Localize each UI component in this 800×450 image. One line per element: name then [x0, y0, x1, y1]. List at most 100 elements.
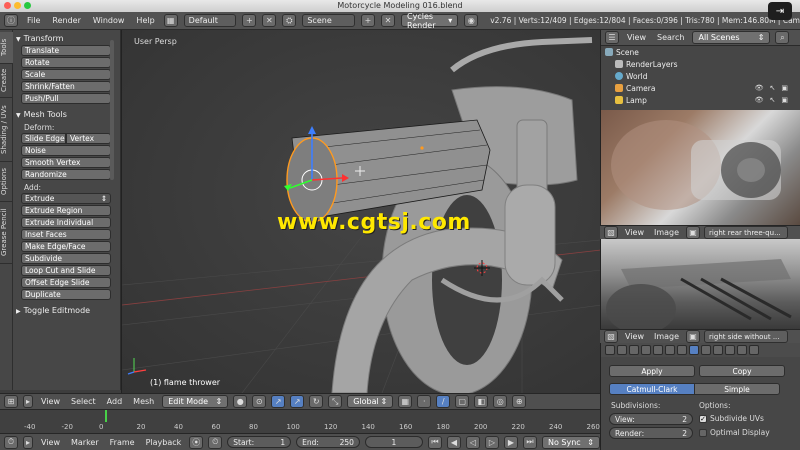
image-browse-icon[interactable]: ▣: [686, 330, 701, 343]
menu-render[interactable]: Render: [49, 16, 83, 25]
render-layers-tab-icon[interactable]: [629, 345, 639, 355]
scene-tab-icon[interactable]: [641, 345, 651, 355]
outliner-menu-view[interactable]: View: [624, 33, 649, 42]
menu-window[interactable]: Window: [90, 16, 128, 25]
next-keyframe-icon[interactable]: ▶: [503, 435, 518, 449]
timeline-frame-cursor[interactable]: [105, 410, 107, 422]
data-tab-icon[interactable]: [701, 345, 711, 355]
outliner-item-lamp[interactable]: Lamp 👁 ↖ ▣: [601, 94, 800, 106]
info-editor-icon[interactable]: ⓘ: [4, 14, 18, 27]
viewport-shading-icon[interactable]: ●: [233, 395, 248, 408]
end-frame-field[interactable]: End: 250: [296, 436, 360, 448]
sync-mode-select[interactable]: No Sync ⇕: [541, 435, 600, 449]
modifiers-tab-icon[interactable]: [689, 345, 699, 355]
proportional-edit-icon[interactable]: ◎: [493, 395, 508, 408]
scale-button[interactable]: Scale: [21, 69, 111, 80]
image-menu-image[interactable]: Image: [651, 228, 682, 237]
transform-orientation-select[interactable]: Global ⇕: [347, 395, 394, 408]
image-menu-view[interactable]: View: [622, 332, 647, 341]
outliner-item-camera[interactable]: Camera 👁 ↖ ▣: [601, 82, 800, 94]
window-controls[interactable]: [4, 2, 31, 9]
image-browse-icon[interactable]: ▣: [686, 226, 701, 239]
unchecked-box-icon[interactable]: [699, 429, 707, 437]
slide-vertex-button[interactable]: Vertex: [66, 133, 111, 144]
translate-manipulator-icon[interactable]: ↗: [290, 395, 305, 408]
translate-button[interactable]: Translate: [21, 45, 111, 56]
menu-view[interactable]: View: [38, 397, 63, 406]
remove-layout-button[interactable]: ✕: [262, 14, 277, 27]
record-icon[interactable]: ⦿: [189, 435, 204, 449]
collapse-menus-icon[interactable]: ▸: [23, 395, 33, 408]
outliner-item-scene[interactable]: Scene: [601, 46, 800, 58]
layers-icon[interactable]: ▦: [398, 395, 413, 408]
scene-select[interactable]: Scene: [302, 14, 356, 27]
toolshelf-scrollbar[interactable]: [110, 40, 114, 180]
outliner-item-renderlayers[interactable]: RenderLayers: [601, 58, 800, 70]
scene-icon[interactable]: ⛭: [282, 14, 297, 27]
make-edge-face-button[interactable]: Make Edge/Face: [21, 241, 111, 252]
catmull-clark-option[interactable]: Catmull-Clark: [609, 383, 695, 395]
randomize-button[interactable]: Randomize: [21, 169, 111, 180]
menu-playback[interactable]: Playback: [143, 438, 185, 447]
outliner-menu-search[interactable]: Search: [654, 33, 687, 42]
preview-range-icon[interactable]: ⏲: [208, 435, 223, 449]
extrude-dropdown[interactable]: Extrude ⇕: [21, 193, 111, 204]
layout-grid-icon[interactable]: ▦: [163, 14, 178, 27]
mesh-tools-panel-header[interactable]: ▼ Mesh Tools: [16, 108, 117, 121]
face-select-icon[interactable]: ▢: [455, 395, 470, 408]
render-levels-field[interactable]: Render: 2: [609, 427, 693, 439]
copy-modifier-button[interactable]: Copy: [699, 365, 785, 377]
add-layout-button[interactable]: +: [242, 14, 257, 27]
pivot-point-icon[interactable]: ⊙: [252, 395, 267, 408]
object-tab-icon[interactable]: [665, 345, 675, 355]
menu-file[interactable]: File: [24, 16, 43, 25]
render-camera-icon[interactable]: ▣: [781, 96, 788, 104]
slide-edge-button[interactable]: Slide Edge: [21, 133, 66, 144]
toggle-editmode-panel-header[interactable]: ▶ Toggle Editmode: [16, 304, 117, 317]
select-arrow-icon[interactable]: ↖: [770, 96, 776, 104]
outliner-search-icon[interactable]: ⌕: [775, 31, 790, 44]
visibility-eye-icon[interactable]: 👁: [755, 96, 764, 104]
material-tab-icon[interactable]: [713, 345, 723, 355]
image-menu-view[interactable]: View: [622, 228, 647, 237]
menu-help[interactable]: Help: [133, 16, 157, 25]
tab-options[interactable]: Options: [0, 162, 13, 202]
menu-frame[interactable]: Frame: [107, 438, 138, 447]
tab-tools[interactable]: Tools: [0, 32, 13, 64]
menu-mesh[interactable]: Mesh: [130, 397, 157, 406]
extrude-individual-button[interactable]: Extrude Individual: [21, 217, 111, 228]
render-camera-icon[interactable]: ▣: [781, 84, 788, 92]
duplicate-button[interactable]: Duplicate: [21, 289, 111, 300]
view-levels-field[interactable]: View: 2: [609, 413, 693, 425]
menu-add[interactable]: Add: [104, 397, 126, 406]
subdivide-uvs-checkbox[interactable]: ✓ Subdivide UVs: [699, 414, 764, 423]
visibility-eye-icon[interactable]: 👁: [755, 84, 764, 92]
minimize-window-button[interactable]: [14, 2, 21, 9]
scale-manipulator-icon[interactable]: ⤡: [328, 395, 343, 408]
texture-tab-icon[interactable]: [725, 345, 735, 355]
exit-fullscreen-button[interactable]: ⇥: [768, 2, 792, 20]
image-name-field[interactable]: right side without ...: [704, 330, 789, 343]
prev-keyframe-icon[interactable]: ◀: [446, 435, 461, 449]
collapse-menus-icon[interactable]: ▸: [23, 435, 33, 449]
edge-select-icon[interactable]: /: [436, 395, 451, 408]
mode-select[interactable]: Edit Mode ⇕: [162, 395, 229, 408]
outliner-item-world[interactable]: World: [601, 70, 800, 82]
smooth-vertex-button[interactable]: Smooth Vertex: [21, 157, 111, 168]
start-frame-field[interactable]: Start: 1: [227, 436, 292, 448]
jump-start-icon[interactable]: ⏮: [427, 435, 442, 449]
optimal-display-checkbox[interactable]: Optimal Display: [699, 428, 770, 437]
timeline[interactable]: -40 -20 0 20 40 60 80 100 120 140 160 180 200 220 240 2…: [0, 409, 600, 433]
rotate-button[interactable]: Rotate: [21, 57, 111, 68]
image-editor-icon[interactable]: ▧: [604, 330, 618, 343]
particles-tab-icon[interactable]: [737, 345, 747, 355]
outliner-display-select[interactable]: All Scenes ⇕: [692, 31, 771, 44]
select-arrow-icon[interactable]: ↖: [770, 84, 776, 92]
3d-view-editor-icon[interactable]: ⊞: [4, 395, 18, 408]
play-reverse-icon[interactable]: ◁: [465, 435, 480, 449]
simple-option[interactable]: Simple: [694, 383, 780, 395]
apply-modifier-button[interactable]: Apply: [609, 365, 695, 377]
layout-select[interactable]: Default: [183, 14, 237, 27]
manipulator-toggle-icon[interactable]: ↗: [271, 395, 286, 408]
outliner-editor-icon[interactable]: ☰: [605, 31, 619, 44]
